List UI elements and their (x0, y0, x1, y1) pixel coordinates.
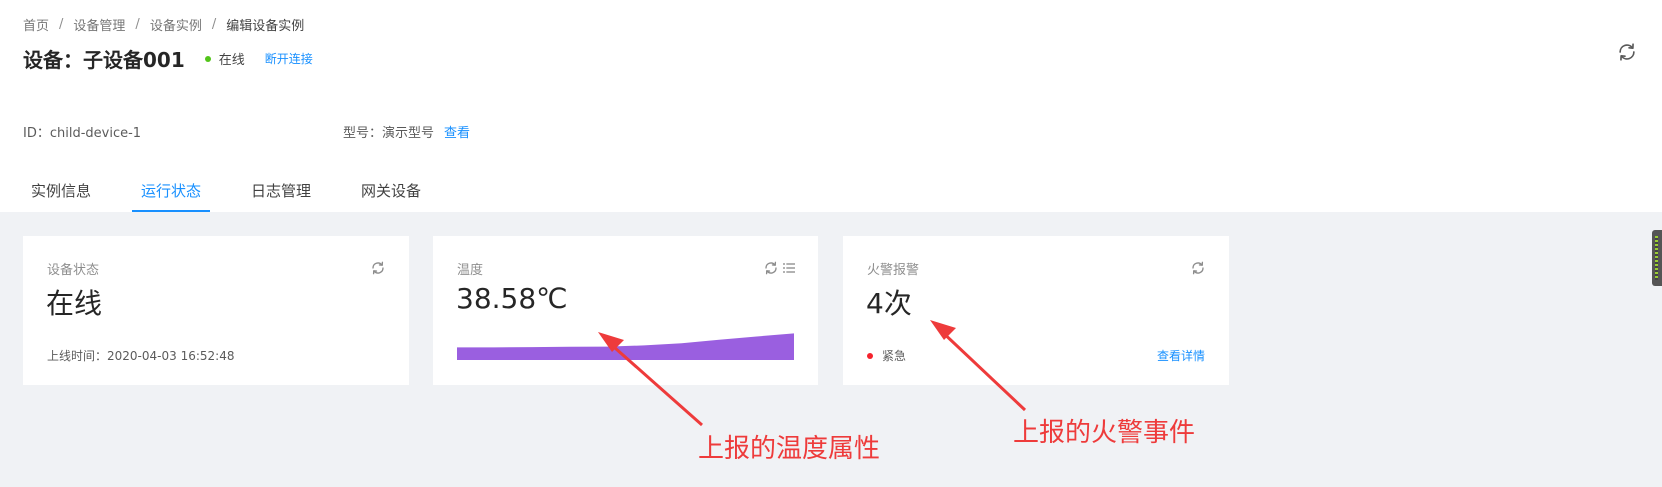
temperature-trend-chart (457, 333, 794, 360)
page-title: 设备：子设备001 (23, 48, 185, 72)
page-header: 首页 / 设备管理 / 设备实例 / 编辑设备实例 设备：子设备001 在线 断… (0, 0, 1662, 212)
temperature-trend-area (457, 333, 794, 360)
device-model-field: 型号：演示型号 查看 (343, 122, 470, 141)
temperature-label: 温度 (457, 263, 484, 278)
breadcrumb-separator: / (211, 17, 217, 32)
device-id-value: child-device-1 (49, 126, 142, 141)
alarm-level-text: 紧急 (882, 349, 907, 363)
device-status-label: 设备状态 (47, 263, 100, 278)
refresh-icon[interactable] (1190, 260, 1206, 276)
tab-runtime-status[interactable]: 运行状态 (132, 170, 211, 212)
status-dot (204, 55, 211, 62)
temperature-card: 温度 38.58℃ (433, 236, 818, 385)
disconnect-link[interactable]: 断开连接 (265, 50, 313, 67)
breadcrumb-separator: / (135, 17, 140, 32)
status-badge: 在线 (218, 53, 245, 68)
tab-bar: 实例信息 运行状态 日志管理 网关设备 (22, 170, 462, 212)
tab-instance-info[interactable]: 实例信息 (22, 170, 100, 212)
online-time: 上线时间：2020-04-03 16:52:48 (47, 347, 234, 364)
device-model-label: 型号： (343, 126, 383, 141)
refresh-icon[interactable] (763, 260, 779, 276)
breadcrumb-separator: / (59, 17, 64, 32)
device-id-field: ID：child-device-1 (23, 122, 141, 141)
annotation-temperature-note: 上报的温度属性 (698, 434, 881, 464)
fire-alarm-label: 火警报警 (867, 263, 920, 278)
breadcrumb-home[interactable]: 首页 (23, 15, 49, 34)
tab-log-management[interactable]: 日志管理 (242, 170, 320, 212)
device-status-card: 设备状态 在线 上线时间：2020-04-03 16:52:48 (23, 236, 409, 385)
breadcrumb-device-instance[interactable]: 设备实例 (150, 15, 202, 34)
refresh-icon[interactable] (370, 260, 386, 276)
view-model-link[interactable]: 查看 (444, 126, 470, 141)
device-id-label: ID： (23, 126, 50, 141)
alarm-level: 紧急 (867, 347, 906, 364)
device-status-value: 在线 (46, 287, 103, 320)
list-icon[interactable] (781, 260, 797, 276)
title-row: 设备：子设备001 在线 断开连接 (23, 44, 313, 73)
breadcrumb-current: 编辑设备实例 (226, 19, 305, 34)
online-time-label: 上线时间： (47, 349, 108, 363)
annotation-fire-note: 上报的火警事件 (1013, 418, 1196, 448)
side-scroll-handle[interactable] (1652, 230, 1662, 286)
breadcrumb: 首页 / 设备管理 / 设备实例 / 编辑设备实例 (23, 15, 304, 34)
view-details-link[interactable]: 查看详情 (1157, 347, 1205, 364)
refresh-icon[interactable] (1616, 41, 1638, 63)
device-model-value: 演示型号 (382, 126, 435, 141)
online-time-value: 2020-04-03 16:52:48 (107, 349, 235, 363)
alarm-level-dot (867, 352, 873, 359)
temperature-value: 38.58℃ (456, 282, 568, 315)
fire-alarm-card: 火警报警 4次 紧急 查看详情 (843, 236, 1229, 385)
tab-gateway-device[interactable]: 网关设备 (352, 170, 430, 212)
breadcrumb-device-management[interactable]: 设备管理 (73, 15, 125, 34)
fire-alarm-count: 4次 (866, 287, 912, 320)
